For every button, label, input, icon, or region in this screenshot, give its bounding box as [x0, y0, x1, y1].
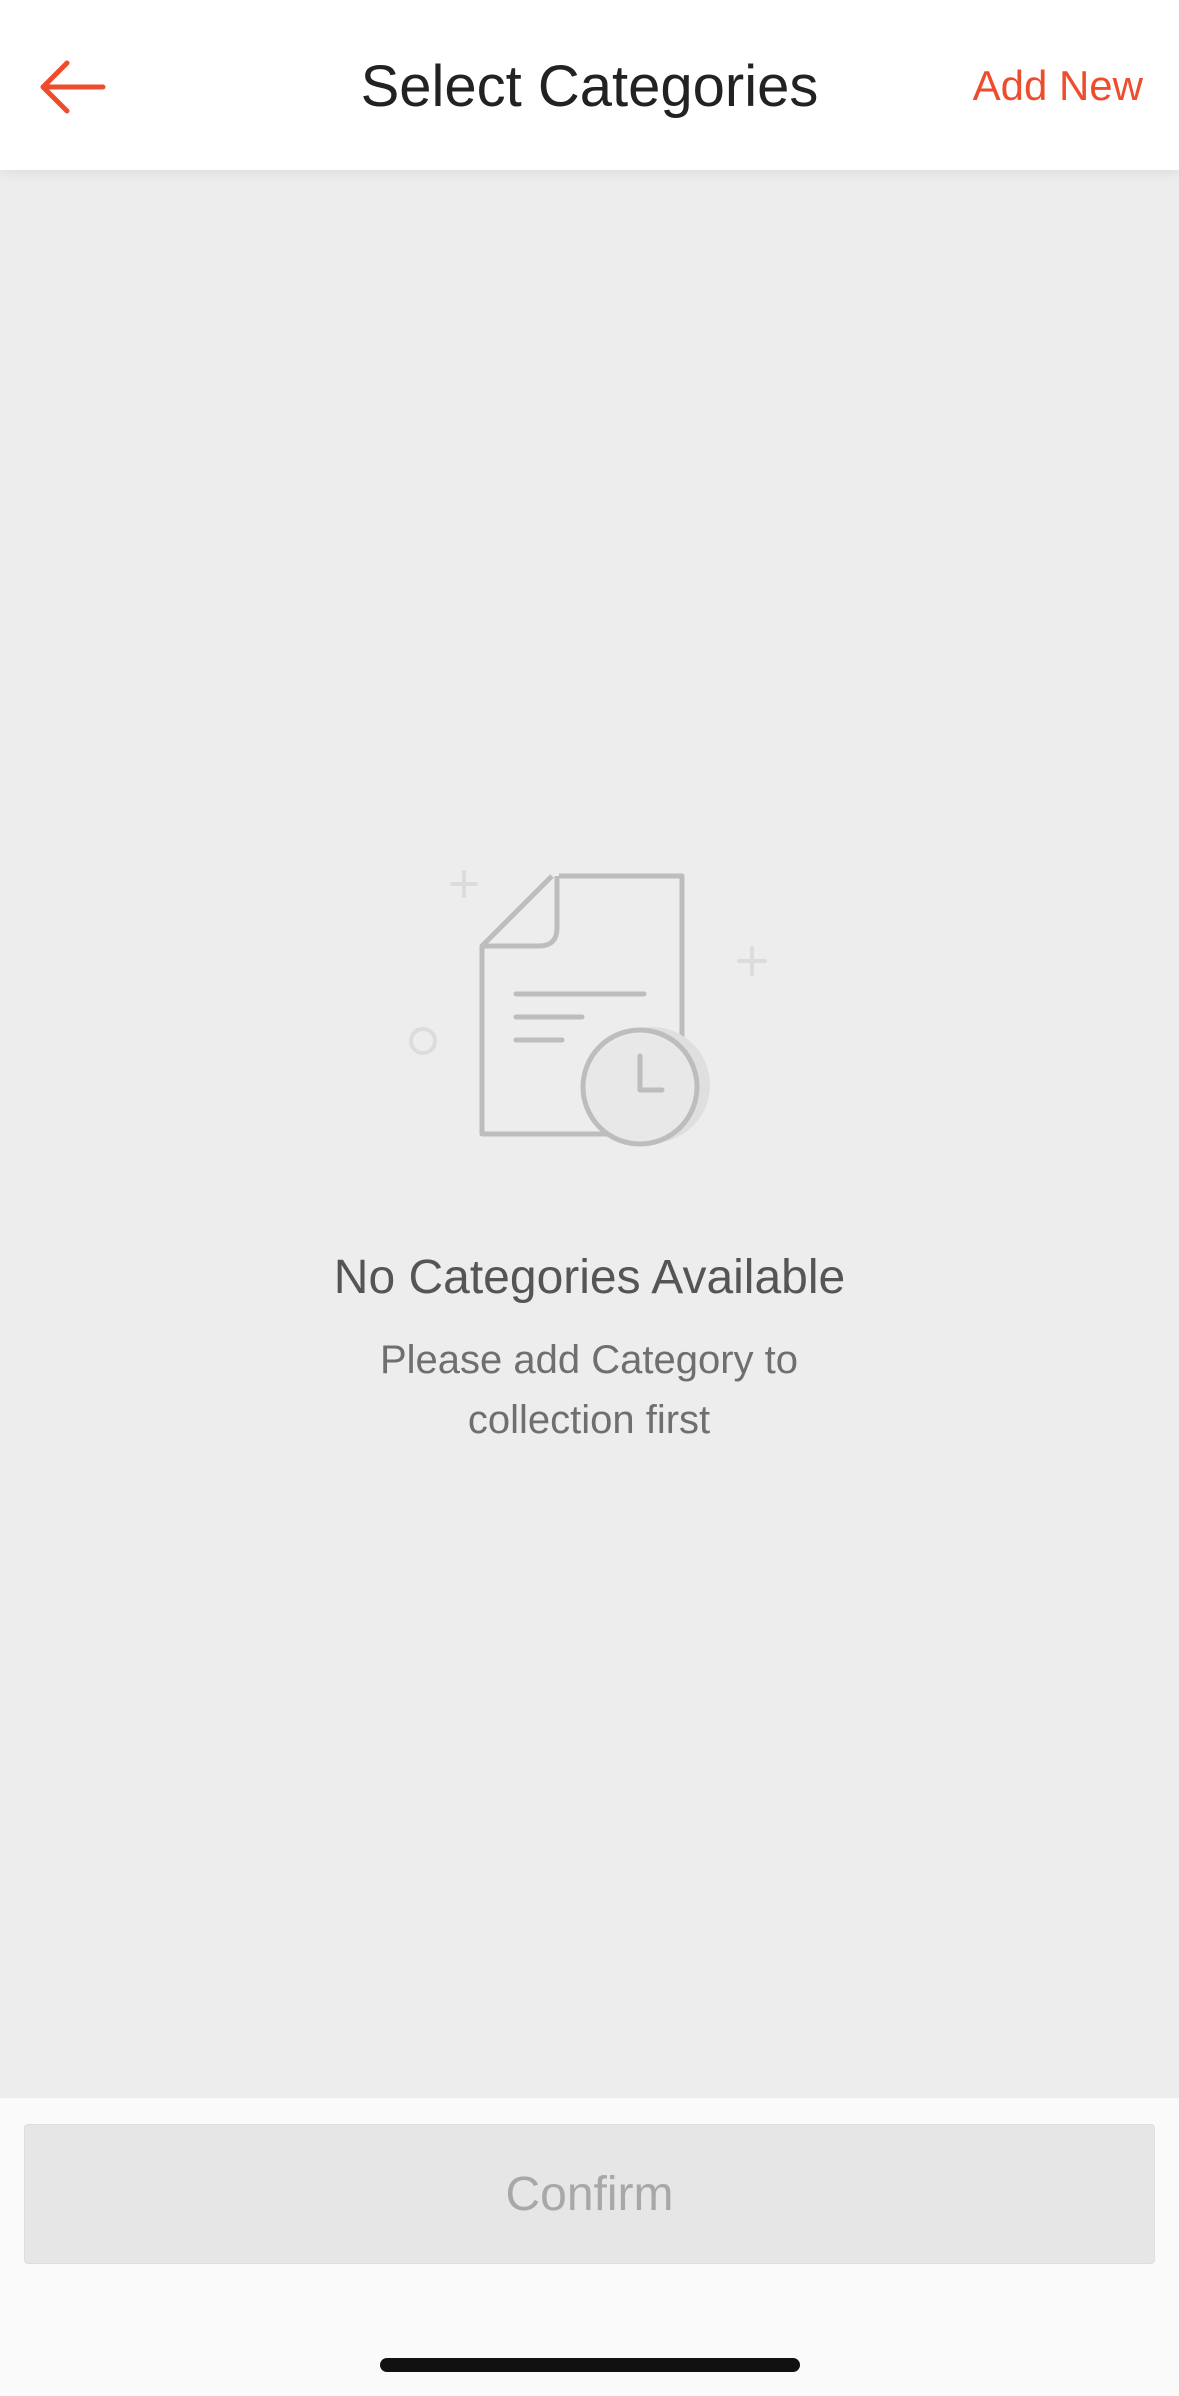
sparkle-circle-icon: [409, 1027, 437, 1055]
back-button[interactable]: [30, 45, 114, 129]
empty-state-title: No Categories Available: [333, 1251, 846, 1304]
home-indicator[interactable]: [380, 2358, 800, 2372]
document-clock-icon: [409, 870, 767, 1147]
top-nav-bar: Select Categories Add New: [0, 0, 1179, 170]
arrow-left-icon: [40, 60, 106, 114]
bottom-bar: Confirm: [0, 2098, 1179, 2396]
empty-state-subtitle: Please add Category to collection first: [379, 1338, 799, 1442]
sparkle-plus-icon: [737, 946, 767, 976]
add-new-button[interactable]: Add New: [973, 58, 1143, 114]
confirm-button[interactable]: Confirm: [24, 2124, 1155, 2264]
sparkle-plus-icon: [450, 870, 478, 898]
